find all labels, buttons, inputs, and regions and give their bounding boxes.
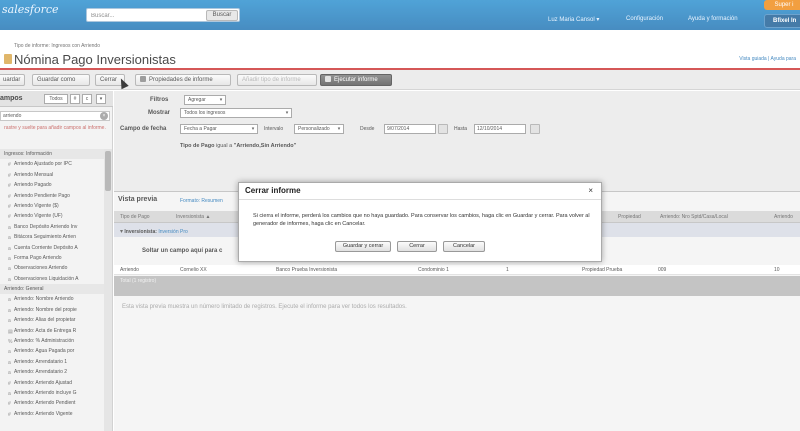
dialog-close-button[interactable]: Cerrar bbox=[397, 241, 437, 252]
dialog-header: Cerrar informe × bbox=[239, 183, 601, 200]
close-report-dialog: Cerrar informe × Si cierra el informe, p… bbox=[238, 182, 602, 262]
close-icon[interactable]: × bbox=[588, 186, 593, 195]
dialog-title: Cerrar informe bbox=[245, 186, 301, 195]
save-and-close-button[interactable]: Guardar y cerrar bbox=[335, 241, 391, 252]
cancel-button[interactable]: Cancelar bbox=[443, 241, 485, 252]
dialog-message: Si cierra el informe, perderá los cambio… bbox=[253, 213, 590, 227]
